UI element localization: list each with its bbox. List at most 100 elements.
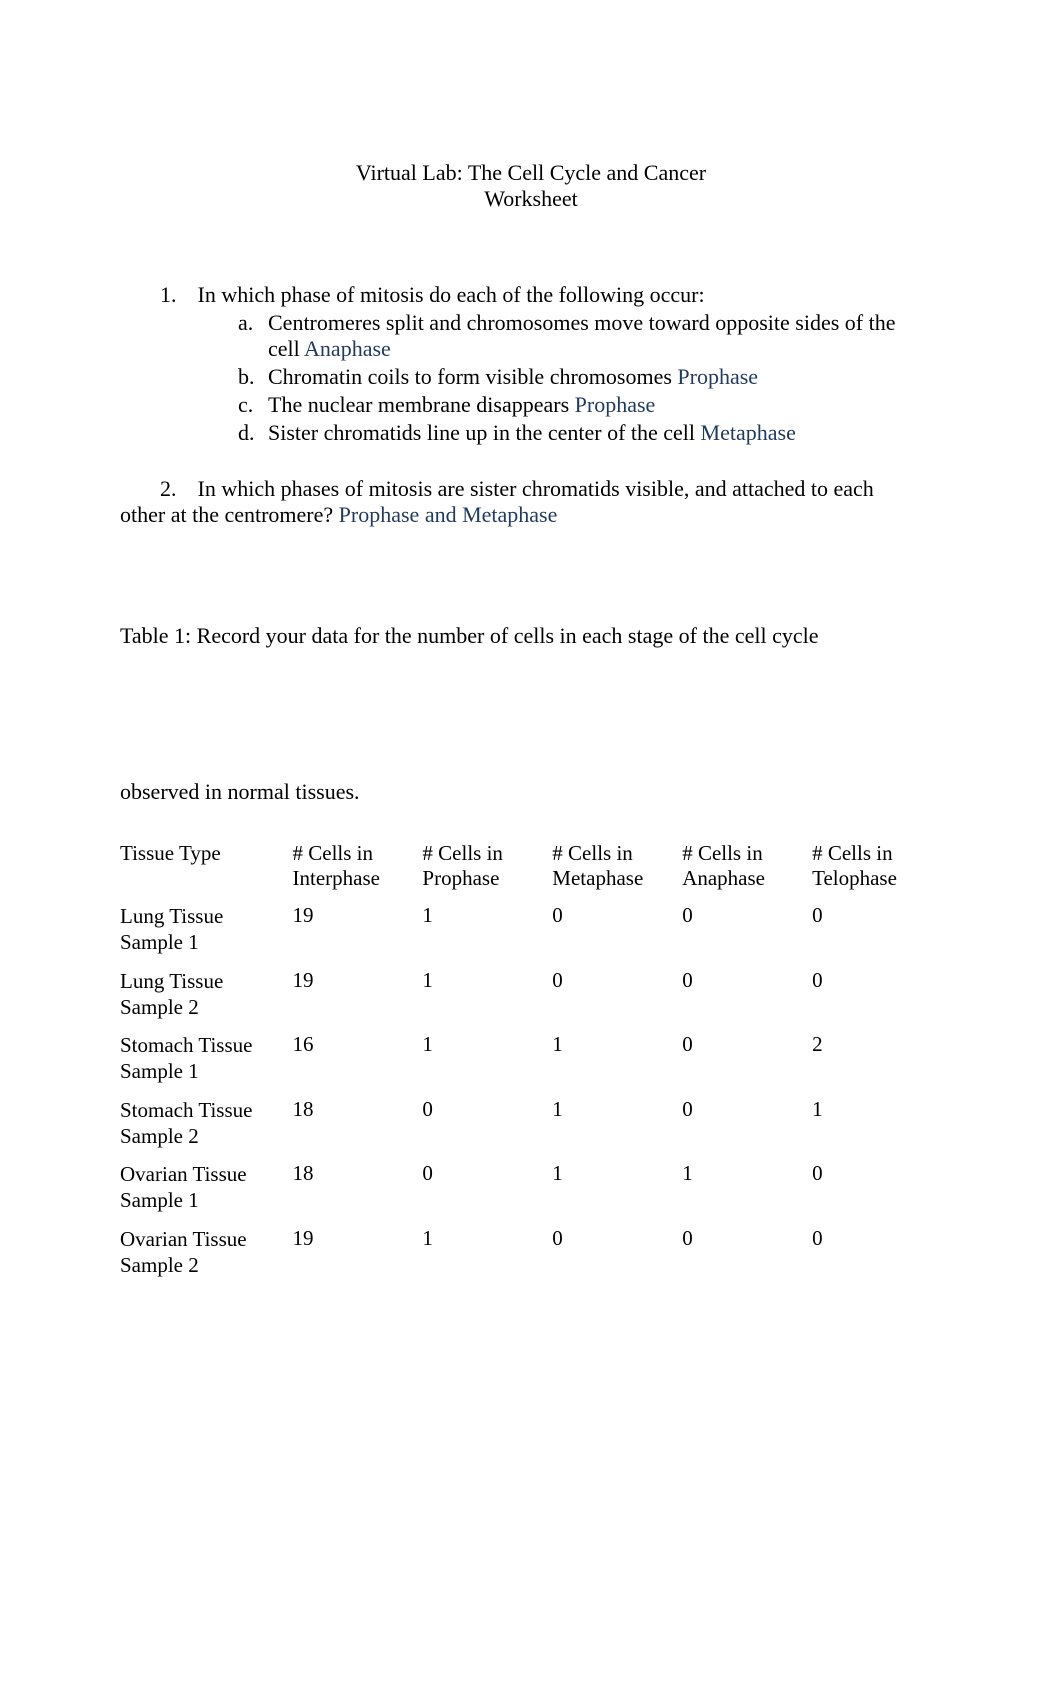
tissue-l1: Ovarian Tissue (120, 1227, 247, 1251)
cell-tissue: Ovarian Tissue Sample 1 (120, 1155, 293, 1220)
cell-tissue: Ovarian Tissue Sample 2 (120, 1220, 293, 1285)
q2-line1: 2. In which phases of mitosis are sister… (120, 476, 942, 502)
question-2: 2. In which phases of mitosis are sister… (120, 476, 942, 528)
table1-caption: Table 1: Record your data for the number… (120, 623, 942, 649)
q2-text-part2: other at the centromere? (120, 502, 339, 527)
col-telophase-l2: Telophase (812, 866, 897, 890)
table-row: Ovarian Tissue Sample 2 19 1 0 0 0 (120, 1220, 942, 1285)
q1-d-answer: Metaphase (701, 420, 796, 445)
cell-metaphase: 0 (552, 1220, 682, 1285)
cell-anaphase: 0 (682, 1026, 812, 1091)
tissue-l1: Ovarian Tissue (120, 1162, 247, 1186)
cell-prophase: 0 (422, 1155, 552, 1220)
tissue-l1: Stomach Tissue (120, 1033, 252, 1057)
q1-item-c: c. The nuclear membrane disappears Proph… (238, 392, 942, 418)
cell-telophase: 0 (812, 962, 942, 1027)
table-row: Lung Tissue Sample 1 19 1 0 0 0 (120, 897, 942, 962)
q1-a-letter: a. (238, 310, 268, 362)
table-row: Ovarian Tissue Sample 1 18 0 1 1 0 (120, 1155, 942, 1220)
q1-a-line1: Centromeres split and chromosomes move t… (268, 310, 896, 335)
cell-metaphase: 0 (552, 897, 682, 962)
cell-interphase: 19 (293, 897, 423, 962)
q1-a-text: Centromeres split and chromosomes move t… (268, 310, 942, 362)
cell-metaphase: 0 (552, 962, 682, 1027)
cell-tissue: Stomach Tissue Sample 2 (120, 1091, 293, 1156)
col-metaphase-header: # Cells in Metaphase (552, 835, 682, 897)
cell-interphase: 18 (293, 1091, 423, 1156)
table-header-row: Tissue Type # Cells in Interphase # Cell… (120, 835, 942, 897)
cell-metaphase: 1 (552, 1026, 682, 1091)
col-interphase-l2: Interphase (293, 866, 380, 890)
col-prophase-l1: # Cells in (422, 841, 503, 865)
table-row: Lung Tissue Sample 2 19 1 0 0 0 (120, 962, 942, 1027)
col-prophase-l2: Prophase (422, 866, 499, 890)
q2-line2: other at the centromere? Prophase and Me… (120, 502, 942, 528)
q1-b-text: Chromatin coils to form visible chromoso… (268, 364, 942, 390)
tissue-l1: Lung Tissue (120, 969, 223, 993)
cell-metaphase: 1 (552, 1155, 682, 1220)
tissue-l2: Sample 1 (120, 1059, 199, 1083)
cell-prophase: 0 (422, 1091, 552, 1156)
q2-text-part1: In which phases of mitosis are sister ch… (198, 476, 874, 501)
cell-telophase: 0 (812, 897, 942, 962)
col-anaphase-header: # Cells in Anaphase (682, 835, 812, 897)
cell-prophase: 1 (422, 1026, 552, 1091)
q1-b-line: Chromatin coils to form visible chromoso… (268, 364, 677, 389)
title-line2: Worksheet (120, 186, 942, 212)
cell-telophase: 1 (812, 1091, 942, 1156)
cell-metaphase: 1 (552, 1091, 682, 1156)
q1-c-answer: Prophase (575, 392, 656, 417)
tissue-l2: Sample 1 (120, 930, 199, 954)
cell-anaphase: 0 (682, 1220, 812, 1285)
question-1: 1. In which phase of mitosis do each of … (120, 282, 942, 446)
cell-telophase: 0 (812, 1155, 942, 1220)
cell-interphase: 18 (293, 1155, 423, 1220)
table-row: Stomach Tissue Sample 1 16 1 1 0 2 (120, 1026, 942, 1091)
cell-anaphase: 0 (682, 897, 812, 962)
q1-number: 1. (160, 282, 192, 308)
q1-d-text: Sister chromatids line up in the center … (268, 420, 942, 446)
col-interphase-l1: # Cells in (293, 841, 374, 865)
cell-prophase: 1 (422, 962, 552, 1027)
col-telophase-header: # Cells in Telophase (812, 835, 942, 897)
normal-tissue-table: Tissue Type # Cells in Interphase # Cell… (120, 835, 942, 1284)
col-telophase-l1: # Cells in (812, 841, 893, 865)
table-row: Stomach Tissue Sample 2 18 0 1 0 1 (120, 1091, 942, 1156)
q2-number: 2. (160, 476, 192, 502)
q1-a-line2-prefix: cell (268, 336, 304, 361)
cell-telophase: 0 (812, 1220, 942, 1285)
cell-anaphase: 0 (682, 1091, 812, 1156)
cell-anaphase: 0 (682, 962, 812, 1027)
tissue-l1: Lung Tissue (120, 904, 223, 928)
col-anaphase-l1: # Cells in (682, 841, 763, 865)
q1-b-answer: Prophase (677, 364, 758, 389)
observed-line: observed in normal tissues. (120, 779, 942, 805)
tissue-l2: Sample 2 (120, 1253, 199, 1277)
cell-telophase: 2 (812, 1026, 942, 1091)
cell-tissue: Lung Tissue Sample 1 (120, 897, 293, 962)
q1-a-answer: Anaphase (304, 336, 391, 361)
q1-sublist: a. Centromeres split and chromosomes mov… (160, 310, 942, 446)
q2-answer: Prophase and Metaphase (339, 502, 558, 527)
title-line1: Virtual Lab: The Cell Cycle and Cancer (120, 160, 942, 186)
tissue-l2: Sample 1 (120, 1188, 199, 1212)
tissue-l2: Sample 2 (120, 995, 199, 1019)
q1-c-letter: c. (238, 392, 268, 418)
cell-interphase: 19 (293, 962, 423, 1027)
col-metaphase-l2: Metaphase (552, 866, 643, 890)
q1-b-letter: b. (238, 364, 268, 390)
col-prophase-header: # Cells in Prophase (422, 835, 552, 897)
col-metaphase-l1: # Cells in (552, 841, 633, 865)
title-block: Virtual Lab: The Cell Cycle and Cancer W… (120, 160, 942, 212)
cell-tissue: Stomach Tissue Sample 1 (120, 1026, 293, 1091)
col-anaphase-l2: Anaphase (682, 866, 765, 890)
q1-d-letter: d. (238, 420, 268, 446)
col-tissue-header: Tissue Type (120, 835, 293, 897)
q1-item-a: a. Centromeres split and chromosomes mov… (238, 310, 942, 362)
cell-anaphase: 1 (682, 1155, 812, 1220)
cell-interphase: 16 (293, 1026, 423, 1091)
q1-intro-text: In which phase of mitosis do each of the… (198, 282, 705, 307)
q1-c-text: The nuclear membrane disappears Prophase (268, 392, 942, 418)
table-body: Lung Tissue Sample 1 19 1 0 0 0 Lung Tis… (120, 897, 942, 1284)
cell-prophase: 1 (422, 897, 552, 962)
